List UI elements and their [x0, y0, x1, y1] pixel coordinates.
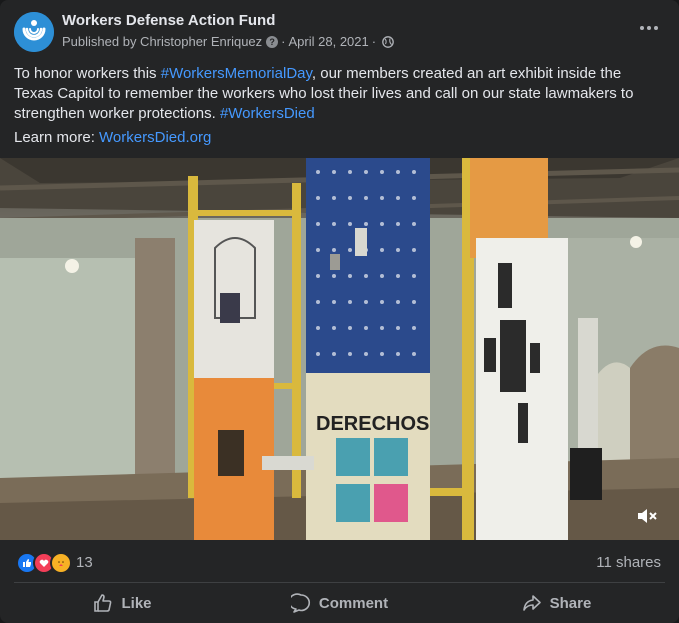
page-name[interactable]: Workers Defense Action Fund [62, 12, 275, 29]
more-options-button[interactable] [635, 18, 663, 38]
shares-count[interactable]: 11 shares [596, 554, 661, 571]
speaker-muted-icon [638, 509, 657, 523]
page-avatar[interactable] [14, 12, 54, 52]
post-text-start: To honor workers this [14, 65, 161, 82]
like-button[interactable]: Like [14, 586, 231, 620]
care-icon [50, 552, 72, 574]
meta-separator-2: · [371, 34, 377, 49]
globe-icon [382, 35, 394, 48]
post-card: Workers Defense Action Fund Published by… [0, 0, 679, 623]
post-text: To honor workers this #WorkersMemorialDa… [14, 64, 664, 124]
learn-more-line: Learn more: WorkersDied.org [14, 128, 211, 148]
published-by[interactable]: Published by Christopher Enriquez [62, 34, 262, 49]
more-dot-icon [647, 26, 651, 30]
share-icon [522, 595, 541, 611]
thumbs-up-icon [94, 594, 112, 612]
like-label: Like [121, 594, 152, 612]
comment-button[interactable]: Comment [231, 586, 448, 620]
mute-button[interactable] [635, 504, 659, 528]
comment-label: Comment [318, 594, 389, 612]
comment-icon [290, 593, 310, 613]
hashtag-workers-died[interactable]: #WorkersDied [220, 105, 315, 122]
post-video[interactable]: DERECHOS [0, 158, 679, 540]
reaction-count[interactable]: 13 [76, 554, 93, 571]
video-frame-image: DERECHOS [0, 158, 679, 540]
meta-separator: · [281, 34, 286, 49]
learn-more-link[interactable]: WorkersDied.org [99, 129, 211, 146]
post-meta: Published by Christopher Enriquez ? · Ap… [62, 34, 394, 49]
post-date[interactable]: April 28, 2021 [289, 34, 369, 49]
reaction-icons[interactable] [16, 552, 72, 574]
actions-divider [14, 582, 665, 583]
hashtag-workers-memorial-day[interactable]: #WorkersMemorialDay [161, 65, 312, 82]
svg-text:DERECHOS: DERECHOS [316, 413, 429, 435]
page-logo-icon [14, 12, 54, 52]
info-icon[interactable]: ? [266, 35, 279, 48]
more-dot-icon [640, 26, 644, 30]
more-dot-icon [654, 26, 658, 30]
share-label: Share [549, 594, 592, 612]
share-button[interactable]: Share [448, 586, 665, 620]
learn-more-label: Learn more: [14, 129, 100, 146]
post-actions: Like Comment Share [14, 586, 665, 620]
post-header: Workers Defense Action Fund Published by… [0, 0, 679, 58]
reactions-summary: 13 11 shares [14, 548, 665, 576]
